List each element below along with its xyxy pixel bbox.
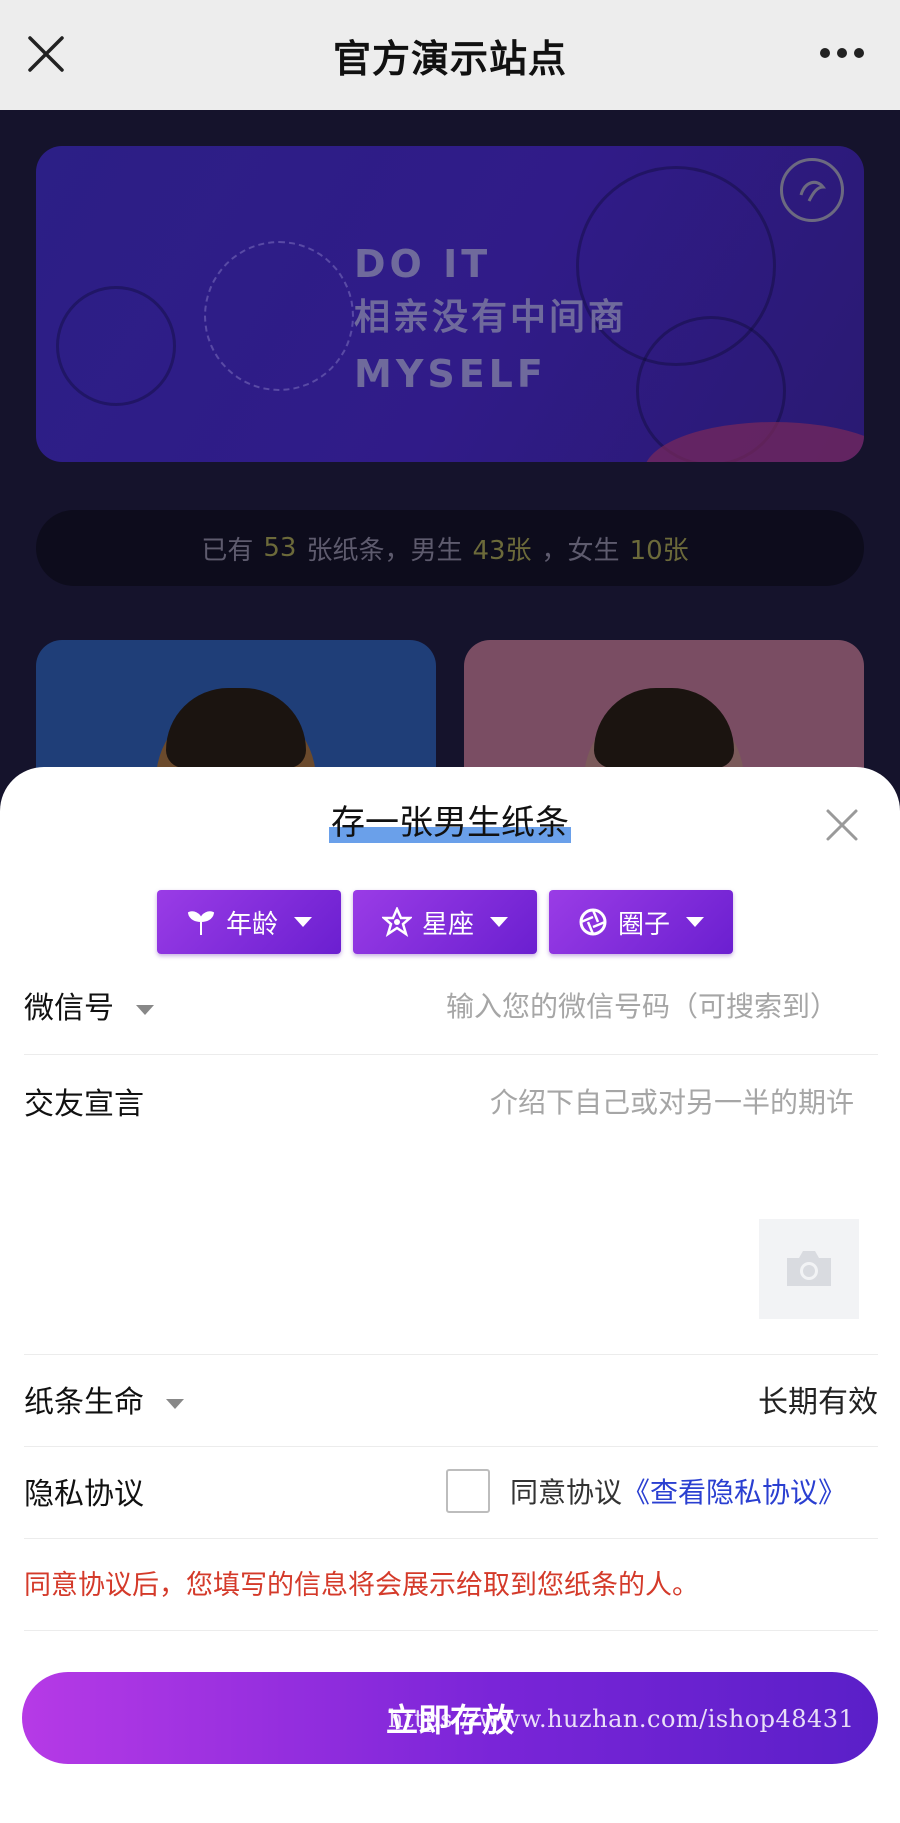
stats-total: 53 <box>263 533 297 563</box>
agree-checkbox[interactable] <box>446 1469 490 1513</box>
manifesto-textarea[interactable]: 介绍下自己或对另一半的期许 <box>490 1081 854 1121</box>
chevron-down-icon <box>686 917 704 927</box>
privacy-row: 隐私协议 同意协议《查看隐私协议》 <box>24 1447 878 1539</box>
stats-male: 43张 <box>472 535 532 566</box>
wechat-input[interactable]: 输入您的微信号码（可搜索到） <box>446 985 838 1025</box>
agree-text: 同意协议 <box>510 1476 623 1509</box>
top-nav-bar: 官方演示站点 <box>0 0 900 110</box>
warning-row: 同意协议后，您填写的信息将会展示给取到您纸条的人。 <box>24 1539 878 1631</box>
stats-mid-2: ，女生 <box>541 535 620 566</box>
stats-pill: 已有 53 张纸条，男生 43张 ，女生 10张 <box>36 510 864 586</box>
circle-filter-button[interactable]: 圈子 <box>549 890 733 954</box>
manifesto-row: 交友宣言 介绍下自己或对另一半的期许 <box>24 1055 878 1355</box>
watermark-text: https://www.huzhan.com/ishop48431 <box>388 1705 855 1733</box>
chevron-down-icon <box>165 1398 184 1409</box>
bottom-sheet: 存一张男生纸条 年龄 星座 圈子 微信号 输入您的微信号码（可搜索到） 交友宣言… <box>0 767 900 1823</box>
age-filter-label: 年龄 <box>225 909 278 940</box>
lifetime-label: 纸条生命 <box>24 1385 144 1420</box>
badge-ring <box>204 241 354 391</box>
banner-line-2: 相亲没有中间商 <box>354 297 628 338</box>
camera-icon <box>787 1251 831 1286</box>
banner-line-1: DO IT <box>354 242 492 286</box>
wechat-row: 微信号 输入您的微信号码（可搜索到） <box>24 963 878 1055</box>
more-options-icon[interactable] <box>820 48 864 62</box>
close-icon[interactable] <box>26 34 66 74</box>
age-filter-button[interactable]: 年龄 <box>157 890 341 954</box>
sheet-title: 存一张男生纸条 <box>329 803 571 843</box>
chevron-down-icon <box>294 917 312 927</box>
wechat-label: 微信号 <box>24 991 114 1026</box>
circle-filter-label: 圈子 <box>617 909 670 940</box>
star-icon <box>381 907 412 937</box>
page-title: 官方演示站点 <box>332 36 567 81</box>
filter-bar: 年龄 星座 圈子 <box>157 890 733 954</box>
chevron-down-icon[interactable] <box>135 1004 154 1015</box>
logo-icon <box>780 158 844 222</box>
photo-upload-button[interactable] <box>759 1219 859 1319</box>
lifetime-value: 长期有效 <box>758 1385 878 1420</box>
lifetime-row[interactable]: 纸条生命 长期有效 <box>24 1355 878 1447</box>
chevron-down-icon <box>490 917 508 927</box>
privacy-policy-link[interactable]: 《查看隐私协议》 <box>622 1476 846 1509</box>
stats-mid-1: 张纸条，男生 <box>306 535 463 566</box>
warning-text: 同意协议后，您填写的信息将会展示给取到您纸条的人。 <box>24 1570 699 1601</box>
sprout-icon <box>186 907 216 937</box>
stats-prefix: 已有 <box>201 535 254 566</box>
banner-line-3: MYSELF <box>354 352 547 396</box>
stats-female: 10张 <box>629 535 689 566</box>
zodiac-filter-button[interactable]: 星座 <box>353 890 537 954</box>
manifesto-label: 交友宣言 <box>24 1087 144 1122</box>
hero-banner: DO IT 相亲没有中间商 MYSELF <box>36 146 864 462</box>
aperture-icon <box>578 907 608 937</box>
close-icon[interactable] <box>822 805 862 845</box>
zodiac-filter-label: 星座 <box>421 909 474 940</box>
privacy-label: 隐私协议 <box>24 1477 144 1512</box>
